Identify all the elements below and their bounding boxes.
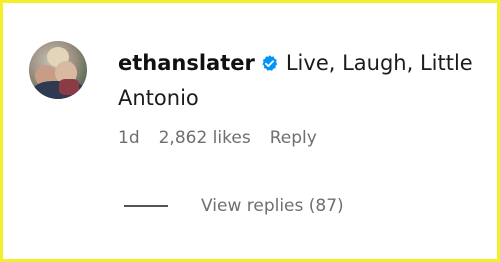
verified-badge-icon [262, 55, 278, 71]
comment-body: ethanslater Live, Laugh, Little Antonio [118, 46, 488, 116]
comment-meta: 1d 2,862 likes Reply [118, 128, 336, 148]
comment-text-line2: Antonio [118, 86, 199, 110]
comment-text-line1: Live, Laugh, Little [285, 51, 473, 75]
replies-divider-line [124, 205, 168, 207]
username[interactable]: ethanslater [118, 51, 255, 75]
avatar[interactable] [29, 41, 87, 99]
view-replies-label[interactable]: View replies (87) [201, 196, 344, 216]
likes-count[interactable]: 2,862 likes [159, 128, 251, 148]
view-replies[interactable]: View replies (87) [124, 196, 344, 216]
comment-age: 1d [118, 128, 140, 148]
reply-button[interactable]: Reply [270, 128, 317, 148]
